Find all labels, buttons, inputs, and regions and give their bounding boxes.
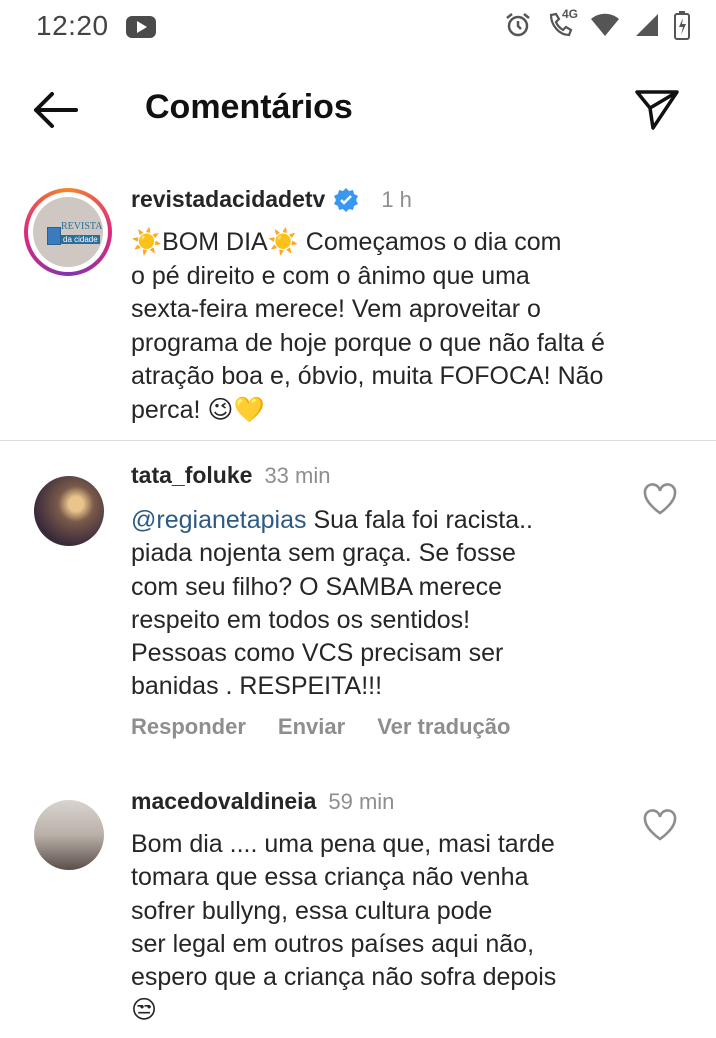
arrow-left-icon[interactable] xyxy=(30,90,80,130)
caption-line: atração boa e, óbvio, muita FOFOCA! Não xyxy=(131,362,604,390)
mention-link[interactable]: @regianetapias xyxy=(131,506,307,534)
comment-line: tomara que essa criança não venha xyxy=(131,863,529,892)
see-translation-button[interactable]: Ver tradução xyxy=(377,714,510,740)
heart-icon[interactable] xyxy=(642,808,678,842)
comment-actions: Responder Enviar Ver tradução xyxy=(131,714,510,740)
comment-line: 😒 xyxy=(131,996,158,1025)
caption-line: ☀️BOM DIA☀️ Começamos o dia com xyxy=(131,228,562,256)
comment-line: respeito em todos os sentidos! xyxy=(131,605,471,634)
comment-username[interactable]: macedovaldineia xyxy=(131,788,316,815)
comment-line: sofrer bullyng, essa cultura pode xyxy=(131,896,493,925)
comment-line: com seu filho? O SAMBA merece xyxy=(131,572,502,601)
alarm-icon xyxy=(504,11,532,44)
reply-button[interactable]: Responder xyxy=(131,714,246,740)
youtube-icon xyxy=(126,16,156,38)
comment-line: banidas . RESPEITA!!! xyxy=(131,672,383,701)
header: Comentários xyxy=(0,70,716,146)
comment-time: 59 min xyxy=(328,789,395,814)
comment-line: Pessoas como VCS precisam ser xyxy=(131,639,504,668)
battery-charging-icon xyxy=(674,10,690,45)
comment-line: Bom dia .... uma pena que, masi tarde xyxy=(131,830,555,858)
avatar: REVISTA da cidade xyxy=(33,197,103,267)
signal-icon xyxy=(634,12,660,43)
comment-header: macedovaldineia 59 min xyxy=(131,788,394,815)
comment-line: piada nojenta sem graça. Se fosse xyxy=(131,539,516,568)
logo-subtext: da cidade xyxy=(61,235,100,244)
avatar[interactable] xyxy=(34,476,104,546)
caption-line: o pé direito e com o ânimo que uma xyxy=(131,261,530,290)
verified-badge-icon xyxy=(334,187,359,212)
paper-plane-icon[interactable] xyxy=(634,86,680,132)
comment-header: tata_foluke 33 min xyxy=(131,462,330,489)
caption-line: programa de hoje porque o que não falta … xyxy=(131,328,605,357)
comment-time: 33 min xyxy=(264,463,331,488)
post-time: 1 h xyxy=(381,186,412,212)
post-username[interactable]: revistadacidadetv xyxy=(131,186,325,213)
caption-line: sexta-feira merece! Vem aproveitar o xyxy=(131,295,541,323)
comment-line: espero que a criança não sofra depois xyxy=(131,963,557,992)
logo-building-icon xyxy=(47,227,61,245)
avatar[interactable] xyxy=(34,800,104,870)
comment-text: @regianetapias Sua fala foi racista.. pi… xyxy=(131,504,631,704)
comment-username[interactable]: tata_foluke xyxy=(131,462,252,489)
divider xyxy=(0,440,716,441)
network-label: 4G xyxy=(562,7,579,21)
wifi-icon xyxy=(590,12,620,43)
comment-line: Sua fala foi racista.. xyxy=(306,506,534,534)
status-bar: 12:20 4G xyxy=(0,0,716,56)
caption-line: perca! 😉💛 xyxy=(131,395,265,424)
logo-text: REVISTA xyxy=(61,221,103,232)
comment-line: ser legal em outros países aqui não, xyxy=(131,929,535,958)
heart-icon[interactable] xyxy=(642,482,678,516)
status-icons: 4G xyxy=(504,7,690,45)
comment-text: Bom dia .... uma pena que, masi tarde to… xyxy=(131,828,651,1028)
send-button[interactable]: Enviar xyxy=(278,714,345,740)
story-ring[interactable]: REVISTA da cidade xyxy=(24,188,112,276)
page-title: Comentários xyxy=(145,88,353,126)
post-header: revistadacidadetv 1 h xyxy=(131,186,412,213)
status-time: 12:20 xyxy=(36,10,109,41)
volte-call-icon: 4G xyxy=(546,7,578,44)
post-caption-text: ☀️BOM DIA☀️ Começamos o dia com o pé dir… xyxy=(131,226,681,427)
